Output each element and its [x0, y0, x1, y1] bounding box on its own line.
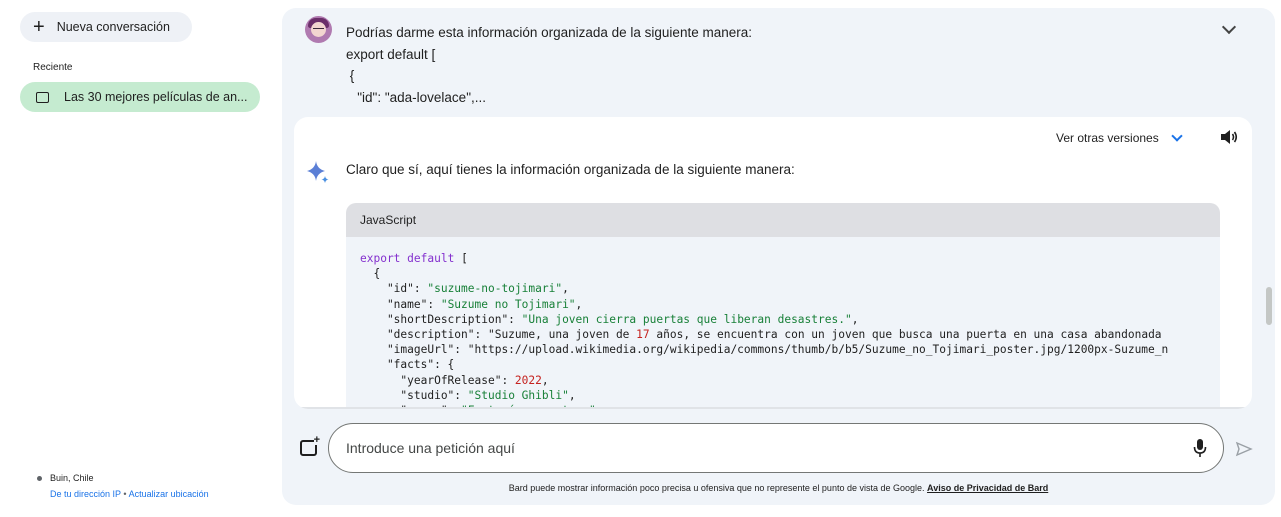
privacy-link[interactable]: Aviso de Privacidad de Bard	[927, 483, 1048, 493]
location-dot-icon	[37, 475, 42, 481]
plus-icon: +	[33, 16, 45, 38]
send-icon[interactable]	[1235, 440, 1253, 458]
code-line: "shortDescription": "Una joven cierra pu…	[360, 312, 859, 326]
code-line: "id": "suzume-no-tojimari",	[360, 282, 569, 296]
response-intro-text: Claro que sí, aquí tienes la información…	[346, 162, 795, 177]
code-line: "facts": {	[360, 358, 455, 372]
other-versions-label: Ver otras versiones	[1056, 131, 1159, 145]
code-content: export default [ { "id": "suzume-no-toji…	[360, 251, 1168, 409]
recent-heading: Reciente	[33, 62, 73, 73]
recent-chat-item[interactable]: Las 30 mejores películas de an...	[20, 82, 260, 112]
new-chat-button[interactable]: + Nueva conversación	[20, 12, 192, 42]
code-language-label: JavaScript	[346, 203, 1220, 237]
code-line: "studio": "Studio Ghibli",	[360, 388, 576, 402]
user-message: Podrías darme esta información organizad…	[346, 22, 752, 108]
code-block: export default [ { "id": "suzume-no-toji…	[346, 237, 1220, 409]
user-message-line: {	[346, 68, 355, 83]
add-image-icon[interactable]: +	[300, 435, 320, 456]
code-line: "imageUrl": "https://upload.wikimedia.or…	[360, 343, 1169, 357]
location: Buin, Chile	[37, 473, 94, 483]
speaker-icon[interactable]	[1220, 129, 1238, 145]
response-card: Ver otras versiones Claro que sí, aquí t…	[294, 117, 1252, 409]
code-line: "name": "Suzume no Tojimari",	[360, 297, 583, 311]
code-line: "yearOfRelease": 2022,	[360, 373, 549, 387]
code-line: {	[360, 267, 381, 281]
recent-chat-label: Las 30 mejores películas de an...	[64, 90, 248, 104]
user-message-line: Podrías darme esta información organizad…	[346, 25, 752, 40]
code-line: export default [	[360, 252, 468, 265]
prompt-input-box	[328, 423, 1224, 473]
scrollbar[interactable]	[1266, 287, 1272, 325]
other-versions-button[interactable]: Ver otras versiones	[1056, 130, 1183, 145]
new-chat-label: Nueva conversación	[56, 20, 170, 34]
microphone-icon[interactable]	[1193, 438, 1207, 458]
disclaimer: Bard puede mostrar información poco prec…	[0, 483, 1281, 493]
card-bottom-divider	[294, 407, 1252, 409]
chevron-down-icon	[1171, 130, 1183, 142]
code-line: "description": "Suzume, una joven de 17 …	[360, 328, 1162, 342]
bard-sparkle-icon	[307, 161, 329, 183]
prompt-input[interactable]	[346, 438, 1166, 458]
disclaimer-text: Bard puede mostrar información poco prec…	[508, 483, 925, 493]
chat-bubble-icon	[36, 91, 49, 103]
user-message-line: "id": "ada-lovelace",...	[346, 89, 486, 105]
sidebar: + Nueva conversación Reciente Las 30 mej…	[0, 0, 275, 517]
location-place: Buin, Chile	[50, 473, 94, 483]
user-message-line: export default [	[346, 46, 436, 62]
user-avatar	[305, 16, 332, 43]
